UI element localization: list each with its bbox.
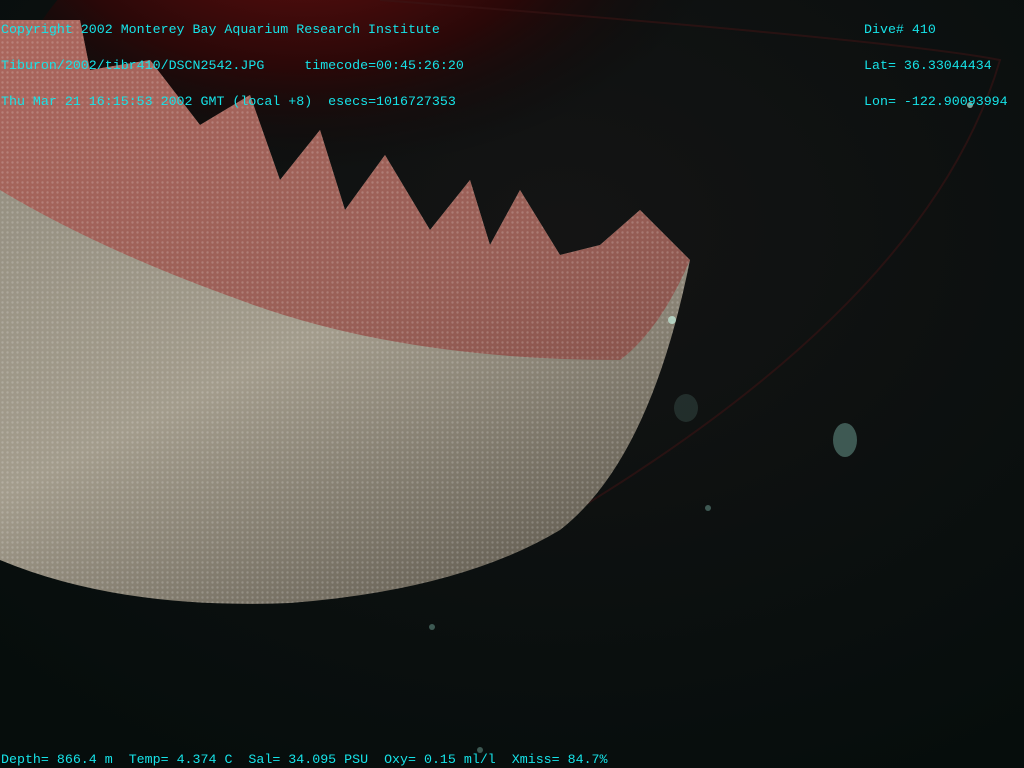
latitude: Lat= 36.33044434 [864,58,992,73]
dive-number: Dive# 410 [864,22,936,37]
file-path: Tiburon/2002/tibr410/DSCN2542.JPG [1,58,265,73]
temperature: Temp= 4.374 C [128,752,233,767]
salinity: Sal= 34.095 PSU [248,752,369,767]
esecs: esecs=1016727353 [328,94,456,109]
longitude: Lon= -122.90093994 [864,94,1008,109]
photo-frame: Copyright 2002 Monterey Bay Aquarium Res… [0,0,1024,768]
metadata-top-right: Dive# 410 Lat= 36.33044434 Lon= -122.900… [864,0,1008,132]
transmissometer: Xmiss= 84.7% [511,752,608,767]
oxygen: Oxy= 0.15 ml/l [384,752,496,767]
depth: Depth= 866.4 m [1,752,113,767]
metadata-bottom: Depth= 866.4 m Temp= 4.374 C Sal= 34.095… [1,752,608,767]
timecode: timecode=00:45:26:20 [304,58,464,73]
datetime: Thu Mar 21 16:15:53 2002 GMT (local +8) [1,94,313,109]
copyright-text: Copyright 2002 Monterey Bay Aquarium Res… [1,22,440,37]
metadata-top-left: Copyright 2002 Monterey Bay Aquarium Res… [1,0,464,132]
